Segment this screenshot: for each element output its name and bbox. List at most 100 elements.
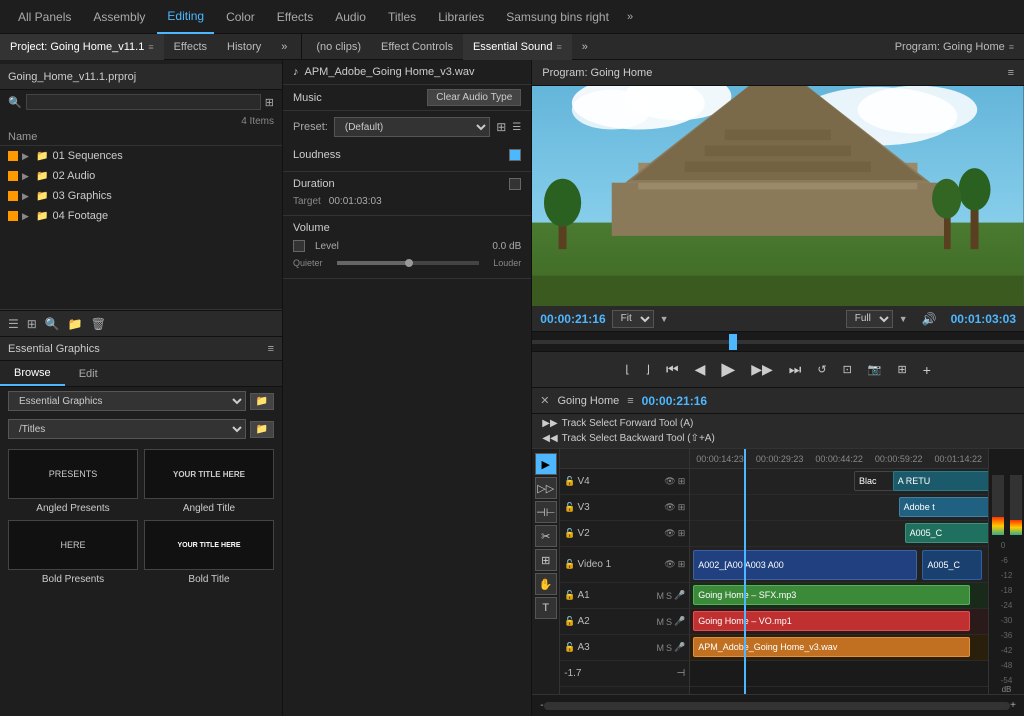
razor-tool[interactable]: ✂: [535, 525, 557, 547]
tab-program[interactable]: Program: Going Home ≡: [885, 34, 1024, 60]
delete-btn[interactable]: 🗑: [89, 315, 108, 333]
track-solo-a3[interactable]: S: [666, 643, 672, 653]
search-toolbar-btn[interactable]: 🔍: [43, 315, 62, 333]
eg-source-dropdown[interactable]: Essential Graphics: [8, 391, 246, 411]
nav-samsung[interactable]: Samsung bins right: [496, 0, 619, 34]
tab-no-clips[interactable]: (no clips): [306, 34, 371, 60]
eg-folder-btn[interactable]: 📁: [250, 393, 274, 410]
clip-v2-adobe[interactable]: A005_C: [905, 523, 988, 543]
es-volume-slider[interactable]: [337, 261, 480, 265]
step-back-btn[interactable]: ◀: [691, 359, 710, 380]
settings-btn[interactable]: +: [919, 360, 935, 380]
tab-more[interactable]: »: [271, 34, 297, 60]
selection-tool[interactable]: ▶: [535, 453, 557, 475]
tab-more-middle[interactable]: »: [572, 34, 598, 60]
program-fit-select[interactable]: Fit: [612, 310, 654, 328]
track-forward-tool[interactable]: ▶▶ Track Select Forward Tool (A): [536, 416, 1020, 431]
nav-color[interactable]: Color: [216, 0, 265, 34]
track-mute-a3[interactable]: M: [657, 643, 665, 653]
nav-titles[interactable]: Titles: [378, 0, 426, 34]
track-record-a1[interactable]: 🎤: [674, 590, 685, 601]
tab-project[interactable]: Project: Going Home_v11.1 ≡: [0, 34, 164, 60]
track-select-tool[interactable]: ▷▷: [535, 477, 557, 499]
track-backward-tool[interactable]: ◀◀ Track Select Backward Tool (⇧+A): [536, 431, 1020, 446]
go-to-in-btn[interactable]: ⏮: [662, 359, 683, 380]
nav-editing[interactable]: Editing: [157, 0, 214, 34]
nav-audio[interactable]: Audio: [325, 0, 376, 34]
mark-out-btn[interactable]: ⌋: [642, 361, 654, 378]
es-level-checkbox[interactable]: [293, 240, 305, 252]
es-preset-save-icon[interactable]: ⊞: [496, 120, 506, 134]
tree-item-04-footage[interactable]: ▶ 📁 04 Footage: [0, 206, 282, 226]
track-lock-v4[interactable]: 🔓: [564, 476, 575, 487]
safe-margins-btn[interactable]: ⊡: [839, 361, 856, 378]
icon-view-btn[interactable]: ⊞: [25, 315, 39, 333]
track-record-a2[interactable]: 🎤: [674, 616, 685, 627]
clip-a3-apm[interactable]: APM_Adobe_Going Home_v3.wav: [693, 637, 970, 657]
eg-edit-tab[interactable]: Edit: [65, 361, 112, 386]
track-eye-v4[interactable]: 👁: [664, 476, 675, 487]
clip-a2-vo[interactable]: Going Home – VO.mp1: [693, 611, 970, 631]
track-solo-a2[interactable]: S: [666, 617, 672, 627]
type-tool[interactable]: T: [535, 597, 557, 619]
export-frame-btn[interactable]: 📷: [864, 361, 886, 378]
browse-icon[interactable]: ⊞: [265, 96, 274, 109]
track-vol-icon[interactable]: ⊣: [677, 668, 686, 679]
clip-v4-return[interactable]: A RETU: [893, 471, 988, 491]
track-sync-v3[interactable]: ⊞: [678, 502, 686, 513]
track-lock-a2[interactable]: 🔓: [564, 616, 575, 627]
track-eye-v1[interactable]: 👁: [664, 559, 675, 570]
program-menu-icon[interactable]: ≡: [1008, 67, 1014, 79]
track-record-a3[interactable]: 🎤: [674, 642, 685, 653]
track-lock-a3[interactable]: 🔓: [564, 642, 575, 653]
nav-more-icon[interactable]: »: [621, 11, 639, 23]
clip-v1-main[interactable]: A002_[A00 A003 A00: [693, 550, 916, 580]
eg-item-bold-presents[interactable]: HERE Bold Presents: [8, 520, 138, 585]
es-duration-checkbox[interactable]: [509, 178, 521, 190]
track-lock-a1[interactable]: 🔓: [564, 590, 575, 601]
es-loudness-checkbox[interactable]: [509, 149, 521, 161]
eg-menu-icon[interactable]: ≡: [268, 343, 274, 355]
scrubber-playhead[interactable]: [729, 334, 737, 350]
tab-effect-controls[interactable]: Effect Controls: [371, 34, 463, 60]
program-quality-select[interactable]: Full: [846, 310, 893, 328]
tab-effects[interactable]: Effects: [164, 34, 217, 60]
track-mute-a1[interactable]: M: [657, 591, 665, 601]
list-view-btn[interactable]: ☰: [6, 315, 21, 333]
es-clear-btn[interactable]: Clear Audio Type: [427, 89, 521, 106]
eg-item-bold-title[interactable]: YOUR TITLE HERE Bold Title: [144, 520, 274, 585]
play-stop-btn[interactable]: ▶: [717, 357, 739, 382]
track-sync-v1[interactable]: ⊞: [678, 559, 686, 570]
search-input[interactable]: [26, 94, 261, 110]
eg-folder-btn2[interactable]: 📁: [250, 421, 274, 438]
eg-item-angled-title[interactable]: YOUR TITLE HERE Angled Title: [144, 449, 274, 514]
timeline-menu-icon[interactable]: ≡: [627, 395, 633, 407]
program-scrubber[interactable]: [532, 332, 1024, 352]
loop-btn[interactable]: ↺: [813, 361, 830, 378]
eg-folder-dropdown[interactable]: /Titles: [8, 419, 246, 439]
clip-a1-sfx[interactable]: Going Home – SFX.mp3: [693, 585, 970, 605]
track-solo-a1[interactable]: S: [666, 591, 672, 601]
track-lock-v1[interactable]: 🔓: [564, 559, 575, 570]
ripple-edit-tool[interactable]: ⊣⊢: [535, 501, 557, 523]
clip-v1-a005[interactable]: A005_C: [922, 550, 982, 580]
track-sync-v4[interactable]: ⊞: [678, 476, 686, 487]
clip-v3-adobe[interactable]: Adobe t: [899, 497, 988, 517]
track-lock-v2[interactable]: 🔓: [564, 528, 575, 539]
step-fwd-btn[interactable]: ▶▶: [747, 359, 777, 380]
hand-tool[interactable]: ✋: [535, 573, 557, 595]
timeline-scroll[interactable]: [544, 702, 1011, 710]
track-sync-v2[interactable]: ⊞: [678, 528, 686, 539]
tree-item-03-graphics[interactable]: ▶ 📁 03 Graphics: [0, 186, 282, 206]
tab-history[interactable]: History: [217, 34, 271, 60]
tab-essential-sound[interactable]: Essential Sound ≡: [463, 34, 572, 60]
slip-tool[interactable]: ⊞: [535, 549, 557, 571]
track-lock-v3[interactable]: 🔓: [564, 502, 575, 513]
track-eye-v2[interactable]: 👁: [664, 528, 675, 539]
new-bin-btn[interactable]: 📁: [66, 315, 85, 333]
tl-zoom-in-btn[interactable]: +: [1010, 700, 1016, 711]
mark-in-btn[interactable]: ⌊: [621, 361, 633, 378]
nav-effects[interactable]: Effects: [267, 0, 323, 34]
tree-item-01-sequences[interactable]: ▶ 📁 01 Sequences: [0, 146, 282, 166]
nav-libraries[interactable]: Libraries: [428, 0, 494, 34]
